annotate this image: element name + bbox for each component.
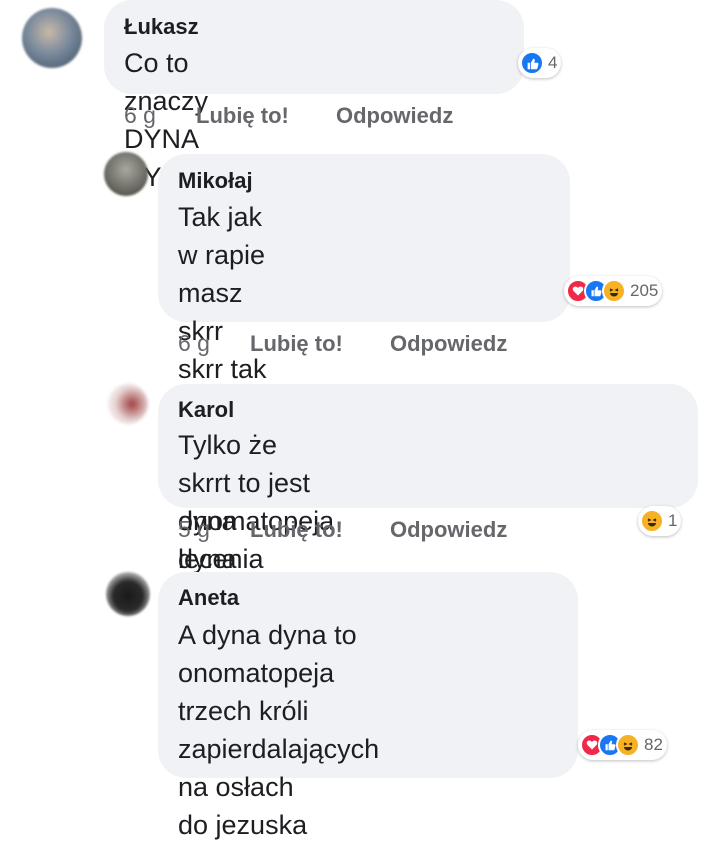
comment-actions: 5 g Lubię to! Odpowiedz — [178, 516, 507, 543]
comment-actions: 6 g Lubię to! Odpowiedz — [124, 102, 453, 129]
haha-reaction-icon — [616, 733, 640, 757]
reply-button[interactable]: Odpowiedz — [336, 103, 453, 129]
avatar[interactable] — [22, 8, 82, 68]
reply-button[interactable]: Odpowiedz — [390, 331, 507, 357]
comment-actions: 6 g Lubię to! Odpowiedz — [178, 330, 507, 357]
avatar[interactable] — [104, 152, 148, 196]
comment-age[interactable]: 6 g — [124, 102, 196, 129]
like-reaction-icon — [520, 51, 544, 75]
comment-age[interactable]: 6 g — [178, 330, 250, 357]
like-button[interactable]: Lubię to! — [250, 331, 390, 357]
comment-author[interactable]: Łukasz — [124, 14, 199, 40]
comment-text: A dyna dyna to onomatopeja trzech króli … — [178, 620, 380, 840]
haha-reaction-icon — [640, 509, 664, 533]
comment-age[interactable]: 5 g — [178, 516, 250, 543]
reaction-summary[interactable]: 205 — [564, 276, 663, 306]
reaction-summary[interactable]: 1 — [638, 506, 682, 536]
comment-author[interactable]: Mikołaj — [178, 168, 253, 194]
comment-author[interactable]: Karol — [178, 397, 234, 423]
like-button[interactable]: Lubię to! — [196, 103, 336, 129]
reaction-summary[interactable]: 82 — [578, 730, 667, 760]
reaction-summary[interactable]: 4 — [518, 48, 562, 78]
reply-button[interactable]: Odpowiedz — [390, 517, 507, 543]
haha-reaction-icon — [602, 279, 626, 303]
avatar[interactable] — [106, 572, 150, 616]
reaction-count: 4 — [548, 53, 558, 72]
comment-author[interactable]: Aneta — [178, 585, 239, 611]
reaction-count: 1 — [668, 511, 678, 530]
avatar[interactable] — [108, 384, 148, 424]
like-button[interactable]: Lubię to! — [250, 517, 390, 543]
reaction-count: 82 — [644, 735, 663, 754]
reaction-count: 205 — [630, 281, 659, 300]
